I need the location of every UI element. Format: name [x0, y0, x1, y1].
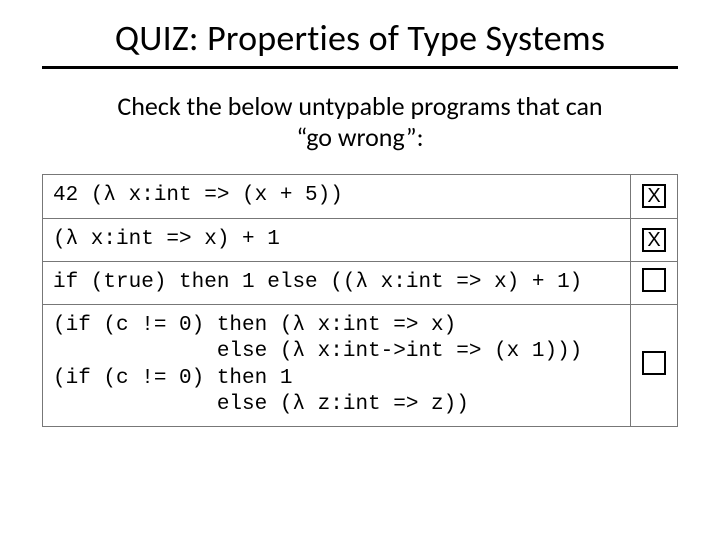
checkbox[interactable] — [642, 268, 666, 292]
slide-title: QUIZ: Properties of Type Systems — [42, 16, 678, 60]
checkbox-cell: X — [631, 175, 678, 218]
program-code: 42 (λ x:int => (x + 5)) — [43, 175, 631, 218]
checkbox-cell — [631, 261, 678, 304]
slide: QUIZ: Properties of Type Systems Check t… — [0, 0, 720, 540]
title-divider — [42, 66, 678, 69]
program-code: (λ x:int => x) + 1 — [43, 218, 631, 261]
checkbox[interactable]: X — [642, 228, 666, 252]
table-row: (λ x:int => x) + 1 X — [43, 218, 678, 261]
checkbox-cell: X — [631, 218, 678, 261]
quiz-table: 42 (λ x:int => (x + 5)) X (λ x:int => x)… — [42, 174, 678, 427]
table-row: if (true) then 1 else ((λ x:int => x) + … — [43, 261, 678, 304]
checkbox-cell — [631, 305, 678, 427]
prompt-line-2: “go wrong”: — [296, 121, 423, 153]
checkbox[interactable]: X — [642, 184, 666, 208]
prompt-line-1: Check the below untypable programs that … — [117, 90, 602, 122]
table-row: (if (c != 0) then (λ x:int => x) else (λ… — [43, 305, 678, 427]
quiz-prompt: Check the below untypable programs that … — [42, 91, 678, 152]
program-code: (if (c != 0) then (λ x:int => x) else (λ… — [43, 305, 631, 427]
program-code: if (true) then 1 else ((λ x:int => x) + … — [43, 261, 631, 304]
checkbox[interactable] — [642, 351, 666, 375]
table-row: 42 (λ x:int => (x + 5)) X — [43, 175, 678, 218]
